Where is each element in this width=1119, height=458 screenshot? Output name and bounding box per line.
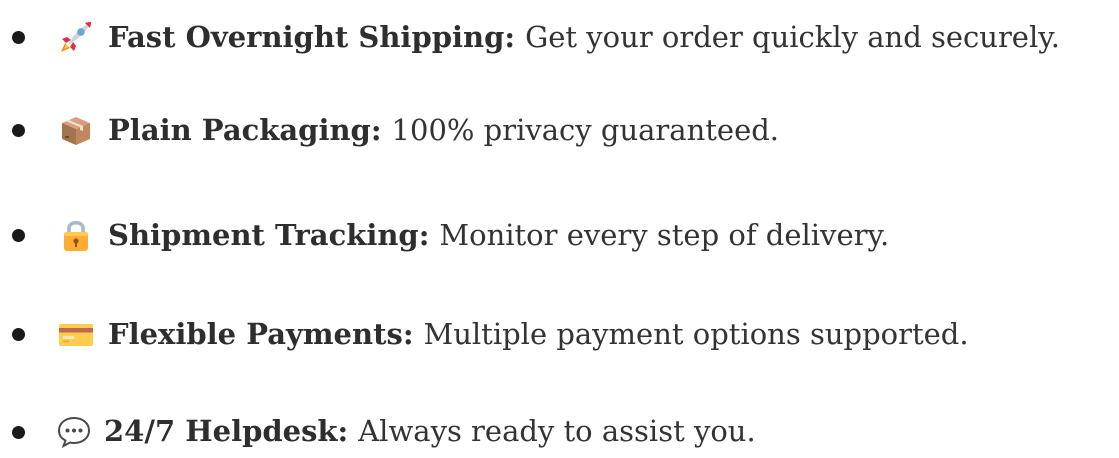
feature-description: Multiple payment options supported. xyxy=(423,317,969,351)
feature-description: 100% privacy guaranteed. xyxy=(391,113,780,147)
feature-title: Plain Packaging: xyxy=(108,113,382,147)
feature-text: 24/7 Helpdesk: Always ready to assist yo… xyxy=(104,405,756,458)
feature-text: Plain Packaging: 100% privacy guaranteed… xyxy=(108,100,779,160)
bullet-dot xyxy=(12,31,25,44)
rocket-icon xyxy=(58,19,94,55)
feature-title: Flexible Payments: xyxy=(108,317,414,351)
feature-title: Fast Overnight Shipping: xyxy=(108,20,516,54)
bullet-dot xyxy=(12,425,25,439)
bullet-dot xyxy=(12,124,25,137)
feature-title: Shipment Tracking: xyxy=(108,218,430,252)
bullet-dot xyxy=(12,229,25,242)
feature-description: Always ready to assist you. xyxy=(358,414,756,448)
credit-card-icon xyxy=(58,316,94,352)
feature-text: Flexible Payments: Multiple payment opti… xyxy=(108,304,969,364)
speech-bubble-icon xyxy=(56,414,92,450)
package-icon xyxy=(58,112,94,148)
feature-description: Get your order quickly and securely. xyxy=(525,20,1060,54)
feature-description: Monitor every step of delivery. xyxy=(439,218,890,252)
lock-icon xyxy=(58,217,94,253)
feature-title: 24/7 Helpdesk: xyxy=(104,414,349,448)
feature-text: Fast Overnight Shipping: Get your order … xyxy=(108,7,1060,67)
feature-text: Shipment Tracking: Monitor every step of… xyxy=(108,205,889,265)
bullet-dot xyxy=(12,328,25,341)
